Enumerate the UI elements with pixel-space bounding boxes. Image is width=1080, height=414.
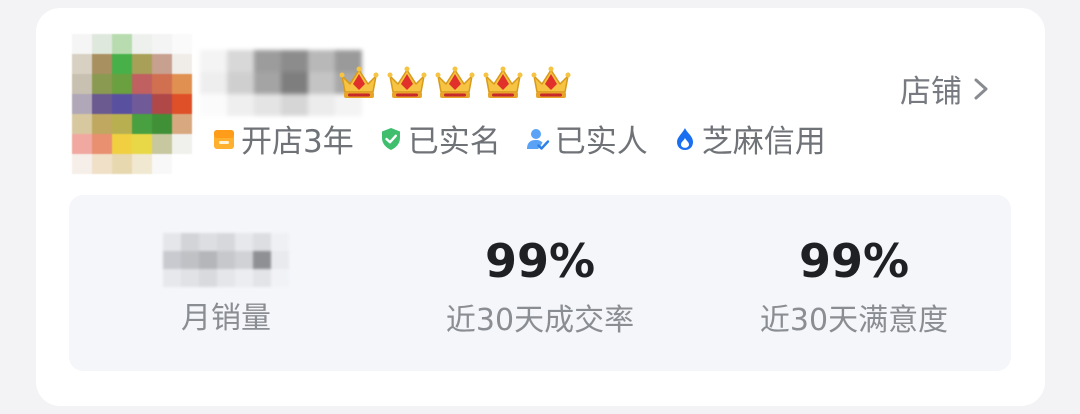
shop-avatar[interactable]: [72, 34, 192, 174]
badge-label: 芝麻信用: [701, 124, 826, 160]
crown-icon: [387, 66, 427, 98]
stat-value: 99%: [484, 234, 596, 288]
verification-badges: 开店3年 已实名 已实人 芝麻信用: [211, 116, 826, 161]
badge-sesame-credit: 芝麻信用: [672, 116, 826, 161]
crown-icon: [435, 66, 475, 98]
stat-label: 月销量: [181, 301, 271, 336]
shop-name-blurred: [200, 50, 362, 118]
monthly-sales-value-blurred: [163, 233, 289, 287]
store-link[interactable]: 店铺: [900, 66, 992, 111]
crown-icon: [483, 66, 523, 98]
stat-label: 近30天成交率: [445, 303, 635, 338]
stat-value: 99%: [798, 234, 910, 288]
stat-satisfaction: 99% 近30天满意度: [697, 233, 1011, 339]
crown-icon: [531, 66, 571, 98]
chevron-right-icon: [974, 78, 988, 99]
stat-monthly-sales: 月销量: [69, 233, 383, 337]
shop-icon: [214, 129, 234, 149]
stat-label: 近30天满意度: [759, 303, 949, 338]
shop-card: 店铺 开店3年 已实名 已实人 芝麻信用 月销量 99% 近30天成交率 99%…: [36, 8, 1045, 406]
crown-icon: [339, 66, 379, 98]
stat-transaction-rate: 99% 近30天成交率: [383, 233, 697, 339]
badge-label: 已实人: [554, 124, 648, 160]
badge-label: 开店3年: [241, 124, 354, 160]
store-link-label[interactable]: 店铺: [900, 66, 962, 111]
sesame-flame-icon: [676, 127, 693, 150]
shield-check-icon: [381, 127, 400, 150]
badge-real-person: 已实人: [525, 116, 648, 161]
badge-shop-age: 开店3年: [211, 116, 354, 161]
person-verified-icon: [526, 128, 549, 150]
badge-label: 已实名: [407, 124, 501, 160]
shop-stats-panel: 月销量 99% 近30天成交率 99% 近30天满意度: [69, 195, 1011, 371]
badge-real-name: 已实名: [378, 116, 501, 161]
seller-level-crowns: [339, 62, 571, 102]
